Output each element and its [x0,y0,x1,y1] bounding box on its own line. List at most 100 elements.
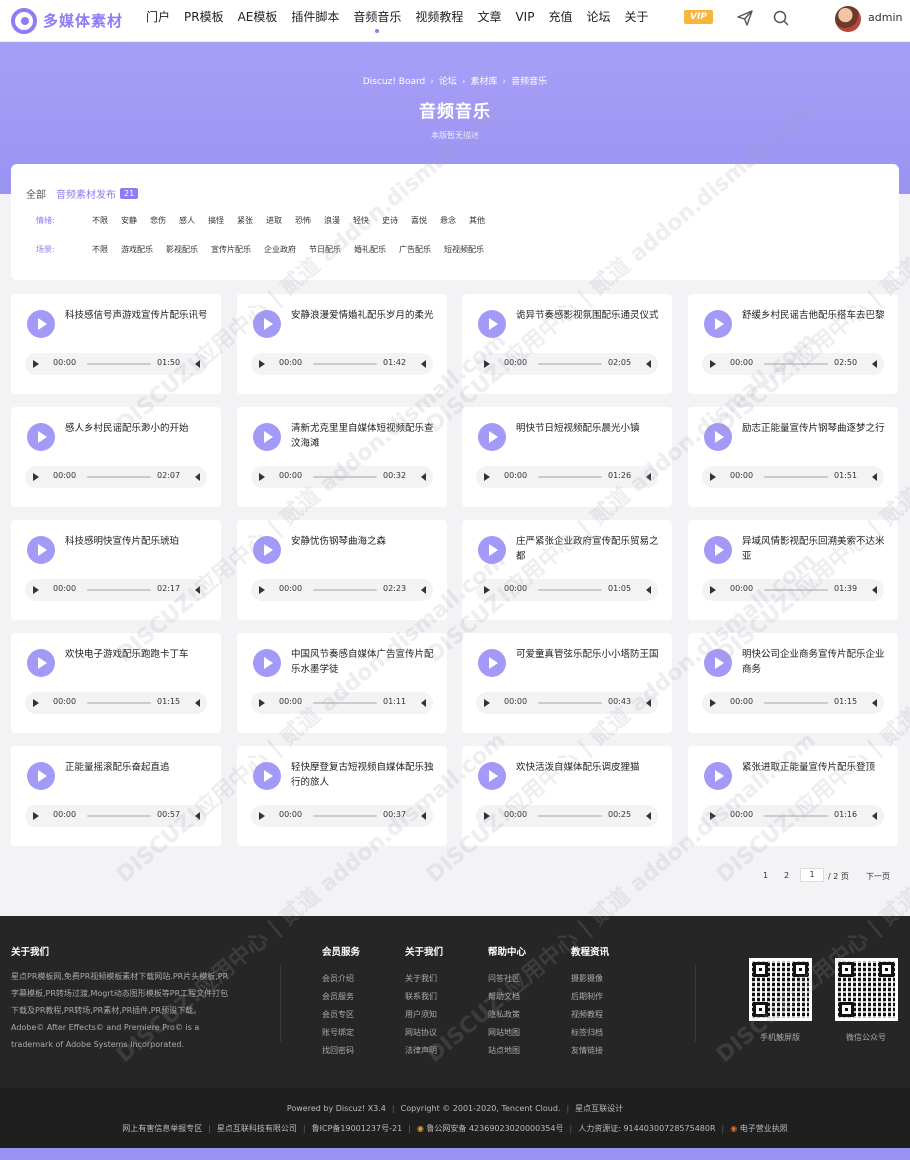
company-link[interactable]: 星点互联科技有限公司 [217,1124,297,1133]
volume-icon[interactable] [195,360,200,368]
seek-bar[interactable] [538,589,602,591]
track-title[interactable]: 正能量摇滚配乐奋起直追 [65,760,215,775]
track-title[interactable]: 励志正能量宣传片钢琴曲逐梦之行 [742,421,892,436]
footer-link[interactable]: 标签归档 [571,1024,603,1042]
track-title[interactable]: 舒缓乡村民谣吉他配乐搭车去巴黎 [742,308,892,323]
nav-item-ae[interactable]: AE模板 [238,0,278,42]
mood-option[interactable]: 喜悦 [411,216,427,225]
track-title[interactable]: 感人乡村民谣配乐渺小的开始 [65,421,215,436]
track-title[interactable]: 欢快活泼自媒体配乐调皮狸猫 [516,760,666,775]
vip-badge[interactable]: VIP [684,10,713,24]
scene-option[interactable]: 婚礼配乐 [354,245,386,254]
footer-link[interactable]: 账号绑定 [322,1024,354,1042]
scene-option[interactable]: 广告配乐 [399,245,431,254]
track-card[interactable]: 科技感明快宣传片配乐琥珀 00:00 02:17 [11,520,221,620]
volume-icon[interactable] [872,586,877,594]
nav-item-forum[interactable]: 论坛 [586,0,610,42]
track-card[interactable]: 异域风情影视配乐回溯美索不达米亚 00:00 01:39 [688,520,898,620]
footer-link[interactable]: 会员介绍 [322,970,354,988]
seek-bar[interactable] [87,702,151,704]
mood-option[interactable]: 不限 [92,216,108,225]
volume-icon[interactable] [646,812,651,820]
audio-player[interactable]: 00:00 01:51 [702,466,884,488]
track-card[interactable]: 安静浪漫爱情婚礼配乐岁月的柔光 00:00 01:42 [237,294,447,394]
footer-link[interactable]: 友情链接 [571,1042,603,1060]
track-title[interactable]: 可爱童真管弦乐配乐小小塔防王国 [516,647,666,662]
player-play-icon[interactable] [33,586,39,594]
scene-option[interactable]: 短视频配乐 [444,245,484,254]
track-card[interactable]: 中国风节奏感自媒体广告宣传片配乐水墨学徒 00:00 01:11 [237,633,447,733]
mood-option[interactable]: 感人 [179,216,195,225]
business-license-link[interactable]: 电子营业执照 [740,1124,788,1133]
footer-link[interactable]: 帮助文档 [488,988,520,1006]
track-title[interactable]: 安静浪漫爱情婚礼配乐岁月的柔光 [291,308,441,323]
audio-player[interactable]: 00:00 01:15 [702,692,884,714]
footer-link[interactable]: 关于我们 [405,970,437,988]
seek-bar[interactable] [764,589,828,591]
seek-bar[interactable] [87,815,151,817]
player-play-icon[interactable] [259,360,265,368]
player-play-icon[interactable] [259,586,265,594]
audio-player[interactable]: 00:00 02:23 [251,579,433,601]
volume-icon[interactable] [872,473,877,481]
audio-player[interactable]: 00:00 01:16 [702,805,884,827]
nav-item-articles[interactable]: 文章 [477,0,501,42]
audio-player[interactable]: 00:00 00:43 [476,692,658,714]
footer-link[interactable]: 后期制作 [571,988,603,1006]
mood-option[interactable]: 紧张 [237,216,253,225]
player-play-icon[interactable] [710,360,716,368]
nav-item-recharge[interactable]: 充值 [548,0,572,42]
scene-option[interactable]: 游戏配乐 [121,245,153,254]
scene-option[interactable]: 企业政府 [264,245,296,254]
player-play-icon[interactable] [33,699,39,707]
volume-icon[interactable] [646,699,651,707]
volume-icon[interactable] [195,812,200,820]
page-jump-input[interactable]: 1 [800,868,824,882]
nav-item-audio[interactable]: 音频音乐 [353,0,401,42]
track-card[interactable]: 正能量摇滚配乐奋起直追 00:00 00:57 [11,746,221,846]
play-icon[interactable] [478,762,506,790]
footer-link[interactable]: 网站地图 [488,1024,520,1042]
play-icon[interactable] [704,310,732,338]
player-play-icon[interactable] [484,360,490,368]
report-link[interactable]: 网上有害信息举报专区 [122,1124,202,1133]
track-card[interactable]: 明快节日短视频配乐晨光小镇 00:00 01:26 [462,407,672,507]
volume-icon[interactable] [872,360,877,368]
footer-link[interactable]: 法律声明 [405,1042,437,1060]
volume-icon[interactable] [421,699,426,707]
volume-icon[interactable] [646,473,651,481]
player-play-icon[interactable] [259,699,265,707]
track-card[interactable]: 明快公司企业商务宣传片配乐企业商务 00:00 01:15 [688,633,898,733]
volume-icon[interactable] [195,699,200,707]
audio-player[interactable]: 00:00 01:05 [476,579,658,601]
volume-icon[interactable] [421,360,426,368]
player-play-icon[interactable] [484,699,490,707]
audio-player[interactable]: 00:00 02:05 [476,353,658,375]
mood-option[interactable]: 轻快 [353,216,369,225]
mood-option[interactable]: 悲伤 [150,216,166,225]
track-title[interactable]: 诡异节奏感影视氛围配乐通灵仪式 [516,308,666,323]
footer-link[interactable]: 站点地图 [488,1042,520,1060]
volume-icon[interactable] [646,360,651,368]
volume-icon[interactable] [872,699,877,707]
mood-option[interactable]: 其他 [469,216,485,225]
volume-icon[interactable] [195,586,200,594]
footer-link[interactable]: 网站协议 [405,1024,437,1042]
next-page-link[interactable]: 下一页 [866,871,890,882]
play-icon[interactable] [27,310,55,338]
audio-player[interactable]: 00:00 01:26 [476,466,658,488]
track-title[interactable]: 异域风情影视配乐回溯美索不达米亚 [742,534,892,564]
scene-option[interactable]: 宣传片配乐 [211,245,251,254]
breadcrumb-library[interactable]: 素材库 [471,77,498,87]
track-title[interactable]: 安静忧伤钢琴曲海之森 [291,534,441,549]
seek-bar[interactable] [313,476,377,478]
volume-icon[interactable] [872,812,877,820]
play-icon[interactable] [478,536,506,564]
play-icon[interactable] [27,536,55,564]
audio-player[interactable]: 00:00 00:25 [476,805,658,827]
track-card[interactable]: 欢快活泼自媒体配乐调皮狸猫 00:00 00:25 [462,746,672,846]
play-icon[interactable] [704,762,732,790]
user-avatar[interactable] [835,6,861,32]
track-card[interactable]: 清新尤克里里自媒体短视频配乐查汶海滩 00:00 00:32 [237,407,447,507]
track-title[interactable]: 紧张进取正能量宣传片配乐登顶 [742,760,892,775]
